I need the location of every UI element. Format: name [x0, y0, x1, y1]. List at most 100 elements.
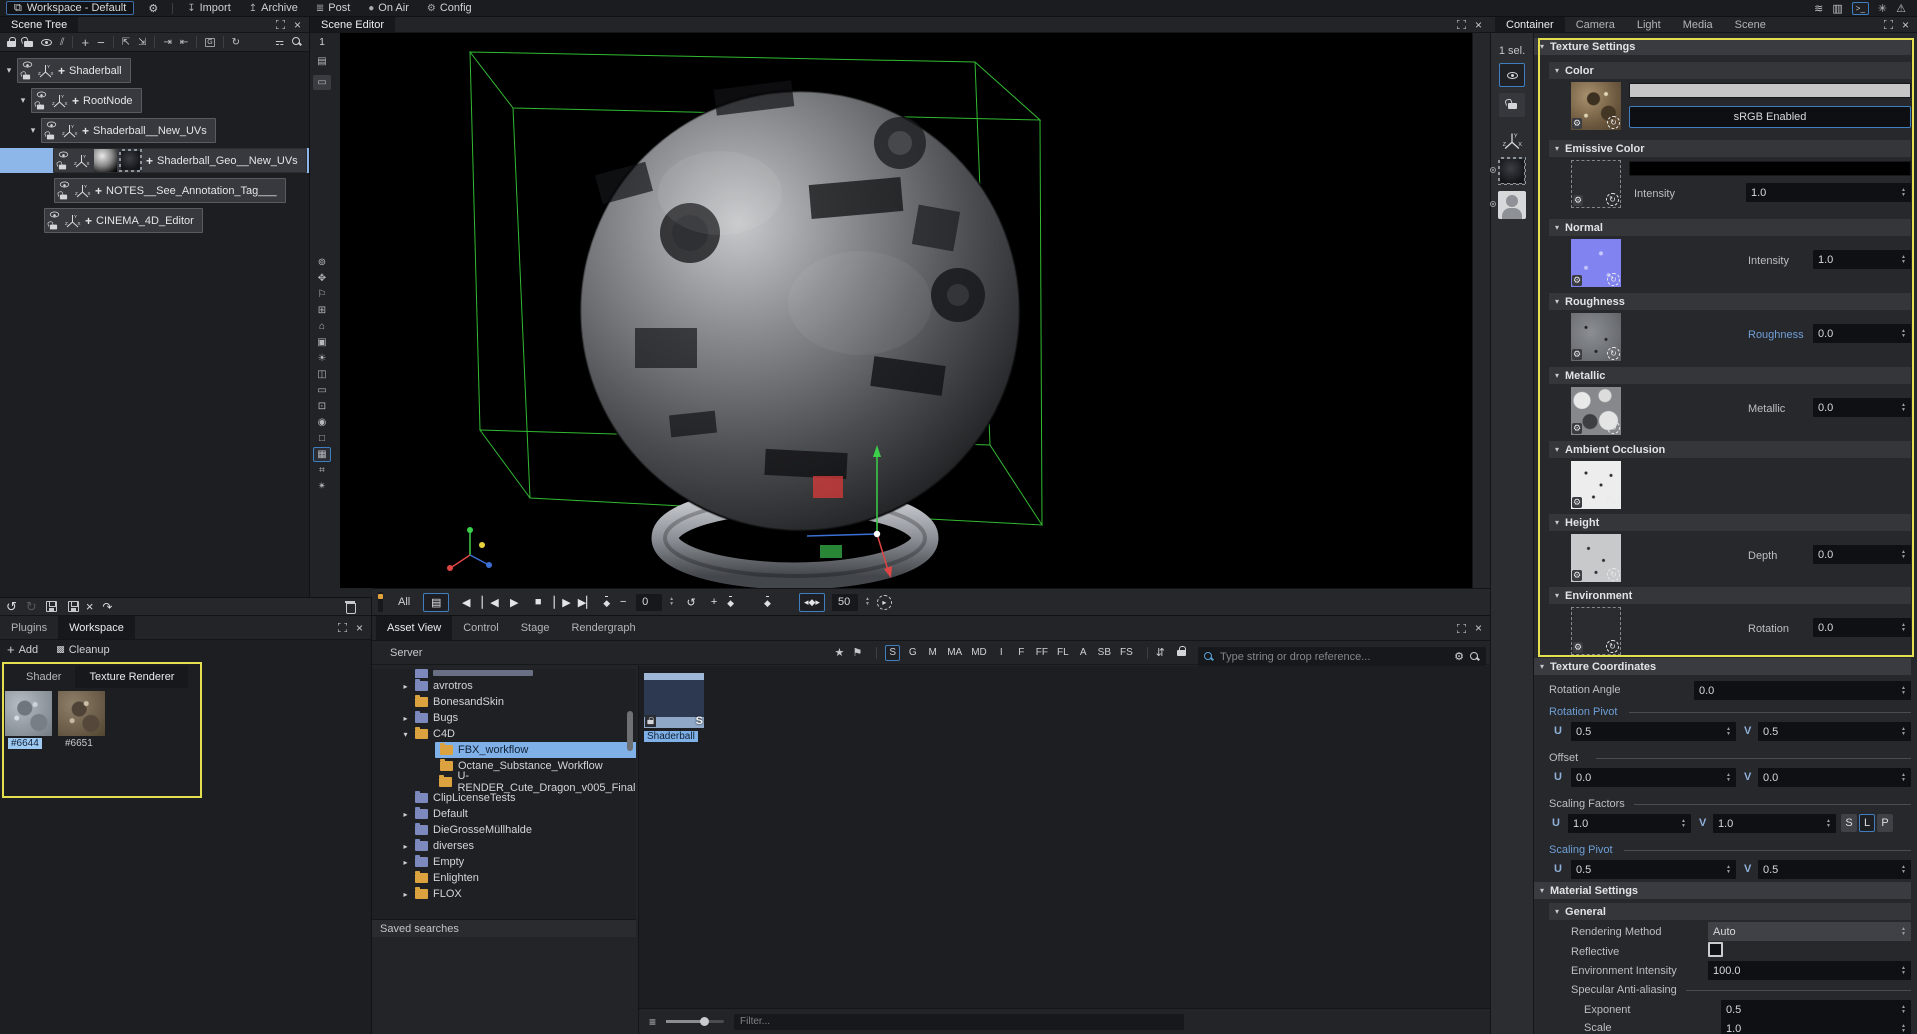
tree-node-shaderball[interactable]: ▾ Y Z X [0, 58, 309, 83]
metallic-input[interactable]: 0.0 [1813, 398, 1911, 417]
roughness-input[interactable]: 0.0 [1813, 324, 1911, 343]
plane-tool-icon[interactable]: ▭ [313, 383, 331, 398]
scale-mode-l-button[interactable]: L [1859, 814, 1875, 832]
gear-icon[interactable]: ⚙ [1572, 275, 1582, 286]
viewport-3d[interactable] [340, 33, 1472, 588]
warning-icon[interactable]: ⚠ [1896, 2, 1906, 15]
folder-arrow-icon[interactable]: ▸ [401, 682, 410, 691]
saved-searches-header[interactable]: Saved searches [372, 919, 636, 937]
keyframe-navigate-button[interactable]: ◂◆▸ [799, 593, 825, 612]
expand-tree-icon[interactable]: ⇱ [122, 37, 130, 48]
bulb-tool-icon[interactable]: ◉ [313, 415, 331, 430]
filter-type-button[interactable]: F [1014, 645, 1029, 661]
height-texture-thumbnail[interactable]: ⚙↻ [1571, 534, 1621, 582]
node-expand-plus-icon[interactable]: + [146, 154, 153, 168]
tab-light[interactable]: Light [1626, 17, 1672, 32]
folder-arrow-icon[interactable]: ▸ [401, 714, 410, 723]
expand-panel-icon[interactable] [1457, 20, 1466, 29]
transport-all-label[interactable]: All [398, 596, 410, 608]
tree-node-rootnode[interactable]: ▾ Y Z X [0, 88, 309, 113]
reload-icon[interactable]: ↻ [1607, 347, 1620, 360]
node-lock-icon[interactable] [37, 105, 44, 110]
tab-media[interactable]: Media [1672, 17, 1724, 32]
move-out-icon[interactable]: ⇤ [180, 37, 188, 48]
filter-type-button[interactable]: I [994, 645, 1009, 661]
tree-node-shaderball-geo-new-uvs[interactable]: ▾ Y Z X [0, 148, 309, 173]
folder-arrow-icon[interactable]: ▸ [401, 810, 410, 819]
camera-tool-icon[interactable]: ▣ [313, 335, 331, 350]
offset-u-input[interactable]: 0.0 [1571, 768, 1736, 787]
isolate-icon[interactable]: ⫽ [60, 37, 64, 48]
normal-intensity-input[interactable]: 1.0 [1813, 250, 1911, 269]
node-expand-plus-icon[interactable]: + [58, 64, 65, 78]
visibility-icon[interactable] [41, 39, 52, 46]
tab-container[interactable]: Container [1495, 17, 1565, 32]
star-tool-icon[interactable]: ✴ [313, 479, 331, 494]
folder-row[interactable]: DieGrosseMüllhalde [372, 822, 636, 838]
tab-workspace[interactable]: Workspace [58, 616, 135, 639]
speed-spinner[interactable] [865, 597, 870, 607]
layers-stack-icon[interactable]: ≋ [1814, 2, 1823, 15]
gear-icon[interactable]: ⚙ [1572, 497, 1582, 508]
texture-thumb-label[interactable]: #6644 [8, 738, 42, 749]
expand-panel-icon[interactable] [276, 20, 285, 29]
section-ambient-occlusion[interactable]: ▾Ambient Occlusion [1549, 441, 1911, 458]
gear-icon[interactable]: ⚙ [1572, 423, 1582, 434]
loop-button[interactable]: ↺ [681, 593, 701, 612]
tab-scene[interactable]: Scene [1724, 17, 1777, 32]
render-capture-button[interactable]: ▤ [423, 593, 449, 612]
close-panel-icon[interactable]: × [1475, 621, 1482, 635]
reload-icon[interactable]: ↻ [1606, 640, 1619, 653]
folder-arrow-icon[interactable]: ▸ [401, 890, 410, 899]
filter-type-button[interactable]: G [905, 645, 920, 661]
search-icon[interactable] [292, 37, 302, 47]
asset-item-shaderball[interactable]: S Shaderball [644, 673, 704, 742]
sort-icon[interactable]: ⇵ [1156, 646, 1165, 659]
asset-search-input[interactable] [1220, 651, 1448, 663]
section-general[interactable]: ▾General [1549, 903, 1911, 920]
unlock-icon[interactable] [24, 41, 33, 47]
texture-thumb-label[interactable]: #6651 [62, 738, 96, 749]
chevron-down-icon[interactable]: ▾ [4, 65, 14, 76]
redo-icon[interactable]: ↻ [26, 599, 37, 615]
loop-range-icon[interactable]: ▸ [877, 595, 892, 610]
tab-shader[interactable]: Shader [12, 666, 75, 688]
emissive-color-swatch[interactable] [1629, 161, 1911, 176]
rendering-method-dropdown[interactable]: Auto [1708, 922, 1911, 941]
light-tool-icon[interactable]: ☀ [313, 351, 331, 366]
tab-scene-editor[interactable]: Scene Editor [310, 17, 395, 32]
monitor-icon[interactable]: ▭ [313, 75, 331, 90]
reload-icon[interactable]: ↻ [1606, 193, 1619, 206]
search-zoom-out-icon[interactable] [1470, 652, 1480, 662]
gear-icon[interactable]: ⚙ [1573, 642, 1583, 653]
book-icon[interactable]: ▥ [1832, 2, 1842, 15]
tree-node-shaderball-new-uvs[interactable]: ▾ Y Z X [0, 118, 309, 143]
filter-type-button[interactable]: MA [945, 645, 964, 661]
trash-icon[interactable] [345, 601, 355, 612]
close-panel-icon[interactable]: × [356, 621, 363, 635]
menu-on-air[interactable]: ● On Air [368, 2, 409, 14]
tree-node-notes[interactable]: ▾ Y Z X [0, 178, 309, 203]
tab-plugins[interactable]: Plugins [0, 616, 58, 639]
tree-scrollbar[interactable] [627, 711, 633, 751]
folder-row[interactable]: ▸ Bugs [372, 710, 636, 726]
normal-texture-thumbnail[interactable]: ⚙↻ [1571, 239, 1621, 287]
node-visibility-icon[interactable] [47, 122, 56, 128]
folder-row[interactable]: Enlighten [372, 870, 636, 886]
expand-panel-icon[interactable] [1884, 20, 1893, 29]
rotation-pivot-v-input[interactable]: 0.5 [1758, 722, 1911, 741]
node-lock-icon[interactable] [50, 225, 57, 230]
lock-icon[interactable] [7, 41, 16, 47]
collapse-tree-icon[interactable]: ⇲ [138, 37, 146, 48]
scaling-u-input[interactable]: 1.0 [1568, 814, 1691, 833]
folder-row[interactable]: ▸ diverses [372, 838, 636, 854]
depth-input[interactable]: 0.0 [1813, 545, 1911, 564]
color-texture-thumbnail[interactable]: ⚙↻ [1571, 82, 1621, 130]
box-tool-icon[interactable]: ◫ [313, 367, 331, 382]
menu-post[interactable]: ≣ Post [316, 2, 350, 14]
menu-config[interactable]: ⚙ Config [427, 2, 472, 14]
node-lock-icon[interactable] [59, 165, 66, 170]
reload-icon[interactable]: ↻ [1607, 116, 1620, 129]
selected-texture-thumbnail[interactable] [1498, 157, 1526, 185]
filter-type-button[interactable]: MD [969, 645, 989, 661]
